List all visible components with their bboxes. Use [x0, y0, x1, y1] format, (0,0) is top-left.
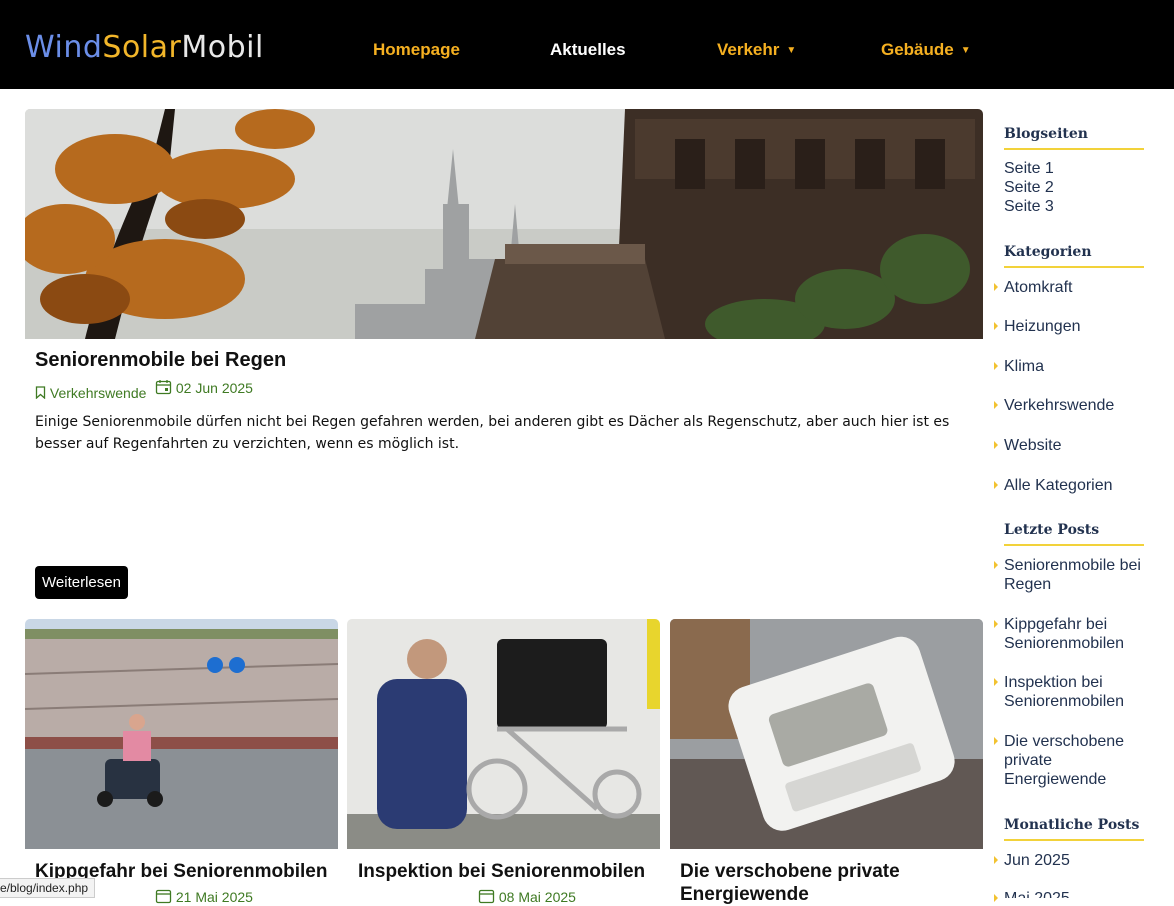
- nav-gebaeude-label: Gebäude: [881, 40, 954, 59]
- sidebar-heading-kategorien: Kategorien: [1004, 244, 1144, 268]
- sidebar-category-link[interactable]: Website: [1004, 436, 1062, 455]
- sidebar-month-link[interactable]: Mai 2025: [1004, 889, 1070, 898]
- sidebar-month-link[interactable]: Jun 2025: [1004, 851, 1070, 870]
- category-label: Verkehrswende: [49, 385, 147, 401]
- featured-post-excerpt: Einige Seniorenmobile dürfen nicht bei R…: [35, 414, 950, 452]
- sidebar-page-link[interactable]: Seite 3: [1004, 197, 1054, 216]
- calendar-icon: [155, 889, 172, 904]
- post-card-image[interactable]: [25, 619, 338, 849]
- featured-post-image[interactable]: [25, 109, 983, 339]
- sidebar-page-link[interactable]: Seite 1: [1004, 159, 1054, 178]
- bookmark-icon: [35, 386, 46, 400]
- nav-homepage[interactable]: Homepage: [373, 40, 460, 60]
- calendar-icon: [155, 380, 172, 395]
- post-card-date: 08 Mai 2025: [478, 888, 576, 905]
- featured-post-date: 02 Jun 2025: [155, 379, 253, 396]
- bullet-icon: [994, 283, 998, 291]
- post-card-title[interactable]: Inspektion bei Seniorenmobilen: [358, 860, 645, 883]
- sidebar-recent-post-link[interactable]: Kippgefahr bei Seniorenmobilen: [1004, 615, 1149, 653]
- sidebar-page-link[interactable]: Seite 2: [1004, 178, 1054, 197]
- sidebar-category-link[interactable]: Atomkraft: [1004, 278, 1072, 297]
- caret-down-icon: ▼: [786, 45, 797, 56]
- nav-verkehr-label: Verkehr: [717, 40, 780, 59]
- featured-post-title[interactable]: Seniorenmobile bei Regen: [35, 349, 286, 372]
- sidebar-heading-monatliche-posts: Monatliche Posts: [1004, 817, 1144, 841]
- bullet-icon: [994, 481, 998, 489]
- featured-post-category[interactable]: Verkehrswende: [35, 385, 146, 401]
- nav-aktuelles[interactable]: Aktuelles: [550, 40, 626, 60]
- sidebar-recent-post-link[interactable]: Die verschobene private Energiewende: [1004, 732, 1129, 789]
- post-card-date: 21 Mai 2025: [155, 888, 253, 905]
- read-more-button[interactable]: Weiterlesen: [35, 566, 128, 599]
- sidebar-category-link[interactable]: Alle Kategorien: [1004, 476, 1113, 495]
- site-logo[interactable]: WindSolarMobil: [25, 30, 264, 65]
- logo-part-wind: Wind: [25, 30, 103, 65]
- bullet-icon: [994, 894, 998, 902]
- top-navigation-bar: WindSolarMobil Homepage Aktuelles Verkeh…: [0, 0, 1174, 89]
- bullet-icon: [994, 620, 998, 628]
- sidebar-heading-letzte-posts: Letzte Posts: [1004, 522, 1144, 546]
- sidebar-recent-post-link[interactable]: Inspektion bei Seniorenmobilen: [1004, 673, 1149, 711]
- bullet-icon: [994, 401, 998, 409]
- nav-gebaeude[interactable]: Gebäude ▼: [881, 40, 971, 60]
- sidebar-recent-post-link[interactable]: Seniorenmobile bei Regen: [1004, 556, 1149, 594]
- post-card-image[interactable]: [347, 619, 660, 849]
- bullet-icon: [994, 678, 998, 686]
- post-card-image[interactable]: [670, 619, 983, 849]
- browser-status-url: e/blog/index.php: [0, 878, 96, 898]
- post-card-title[interactable]: Die verschobene private Energiewende: [680, 860, 960, 906]
- bullet-icon: [994, 561, 998, 569]
- calendar-icon: [478, 889, 495, 904]
- bullet-icon: [994, 441, 998, 449]
- sidebar-heading-blogseiten: Blogseiten: [1004, 126, 1144, 150]
- date-label: 02 Jun 2025: [175, 380, 253, 396]
- logo-part-mobil: Mobil: [181, 30, 264, 65]
- sidebar-category-link[interactable]: Klima: [1004, 357, 1044, 376]
- nav-verkehr[interactable]: Verkehr ▼: [717, 40, 796, 60]
- sidebar-category-link[interactable]: Heizungen: [1004, 317, 1081, 336]
- bullet-icon: [994, 362, 998, 370]
- bullet-icon: [994, 322, 998, 330]
- sidebar-category-link[interactable]: Verkehrswende: [1004, 396, 1114, 415]
- logo-part-solar: Solar: [102, 30, 182, 65]
- bullet-icon: [994, 737, 998, 745]
- date-label: 08 Mai 2025: [498, 889, 576, 905]
- date-label: 21 Mai 2025: [175, 889, 253, 905]
- bullet-icon: [994, 856, 998, 864]
- caret-down-icon: ▼: [960, 45, 971, 56]
